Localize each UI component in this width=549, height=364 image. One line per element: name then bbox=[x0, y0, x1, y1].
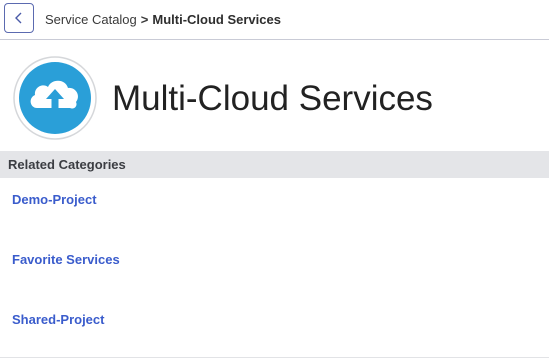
category-header: Multi-Cloud Services bbox=[0, 40, 549, 151]
back-button[interactable] bbox=[4, 3, 34, 33]
breadcrumb: Service Catalog > Multi-Cloud Services bbox=[45, 12, 281, 27]
category-link-favorite-services[interactable]: Favorite Services bbox=[12, 252, 120, 267]
related-categories-heading: Related Categories bbox=[8, 157, 126, 172]
category-link-shared-project[interactable]: Shared-Project bbox=[12, 312, 104, 327]
chevron-left-icon bbox=[15, 12, 22, 24]
cloud-upload-icon bbox=[13, 56, 97, 140]
breadcrumb-separator: > bbox=[140, 12, 149, 27]
category-link-demo-project[interactable]: Demo-Project bbox=[12, 192, 97, 207]
breadcrumb-service-catalog[interactable]: Service Catalog bbox=[45, 12, 137, 27]
top-navigation-bar: Service Catalog > Multi-Cloud Services bbox=[0, 0, 549, 40]
related-categories-header: Related Categories bbox=[0, 151, 549, 178]
page-title: Multi-Cloud Services bbox=[112, 79, 433, 118]
breadcrumb-current: Multi-Cloud Services bbox=[152, 12, 281, 27]
divider bbox=[0, 357, 549, 358]
